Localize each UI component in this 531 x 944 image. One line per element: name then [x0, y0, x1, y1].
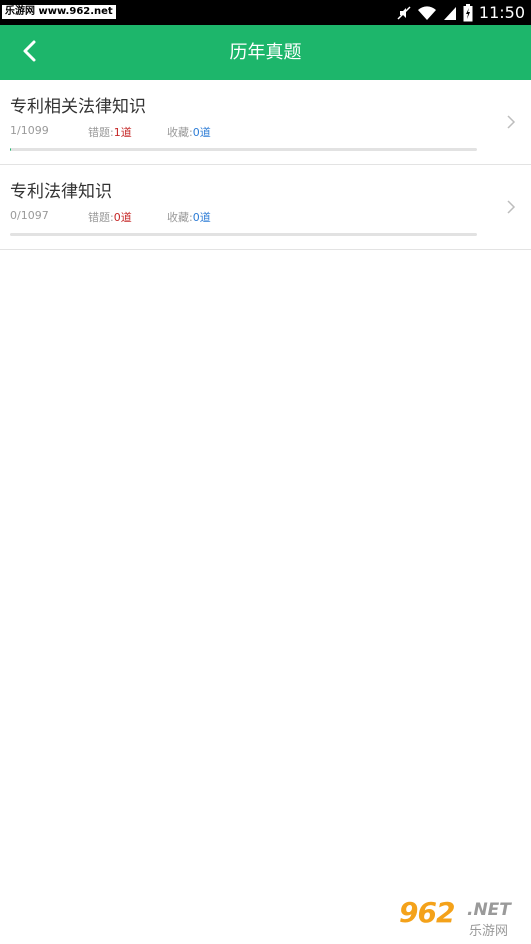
- chevron-right-icon: [505, 114, 517, 129]
- signal-icon: [443, 5, 457, 21]
- status-icons: 11:50: [397, 0, 525, 25]
- clock-text: 11:50: [478, 3, 525, 22]
- item-title: 专利法律知识: [10, 182, 112, 202]
- favorite-label: 收藏:: [167, 126, 193, 139]
- watermark-text: 乐游网 www.962.net: [2, 5, 116, 19]
- wifi-icon: [417, 5, 437, 21]
- list-item[interactable]: 专利法律知识 0/1097 错题:0道 收藏:0道: [0, 165, 531, 250]
- favorite-label: 收藏:: [167, 211, 193, 224]
- chevron-right-icon: [505, 199, 517, 214]
- wrong-count: 错题:0道: [88, 209, 132, 225]
- watermark-logo: 962 .NET 乐游网: [399, 896, 523, 940]
- favorite-count: 收藏:0道: [167, 209, 211, 225]
- wrong-label: 错题:: [88, 126, 114, 139]
- wrong-value: 0道: [113, 211, 132, 224]
- status-bar: 乐游网 www.962.net 11:50: [0, 0, 531, 25]
- watermark-domain: .NET: [467, 900, 511, 920]
- page-title: 历年真题: [229, 42, 302, 63]
- progress-bar: [10, 148, 477, 151]
- watermark-cn: 乐游网: [469, 924, 509, 939]
- wrong-value: 1道: [113, 126, 132, 139]
- back-button[interactable]: [10, 33, 50, 73]
- exam-list: 专利相关法律知识 1/1099 错题:1道 收藏:0道 专利法律知识 0/109…: [0, 80, 531, 250]
- list-item[interactable]: 专利相关法律知识 1/1099 错题:1道 收藏:0道: [0, 80, 531, 165]
- wrong-count: 错题:1道: [88, 124, 132, 140]
- battery-icon: [463, 3, 473, 22]
- progress-count: 1/1099: [10, 124, 49, 137]
- item-title: 专利相关法律知识: [10, 97, 146, 117]
- favorite-value: 0道: [192, 211, 211, 224]
- app-bar: 历年真题: [0, 25, 531, 80]
- watermark-number: 962: [399, 896, 455, 929]
- favorite-count: 收藏:0道: [167, 124, 211, 140]
- chevron-left-icon: [22, 39, 38, 67]
- progress-bar: [10, 233, 477, 236]
- favorite-value: 0道: [192, 126, 211, 139]
- progress-count: 0/1097: [10, 209, 49, 222]
- mute-icon: [397, 5, 411, 21]
- wrong-label: 错题:: [88, 211, 114, 224]
